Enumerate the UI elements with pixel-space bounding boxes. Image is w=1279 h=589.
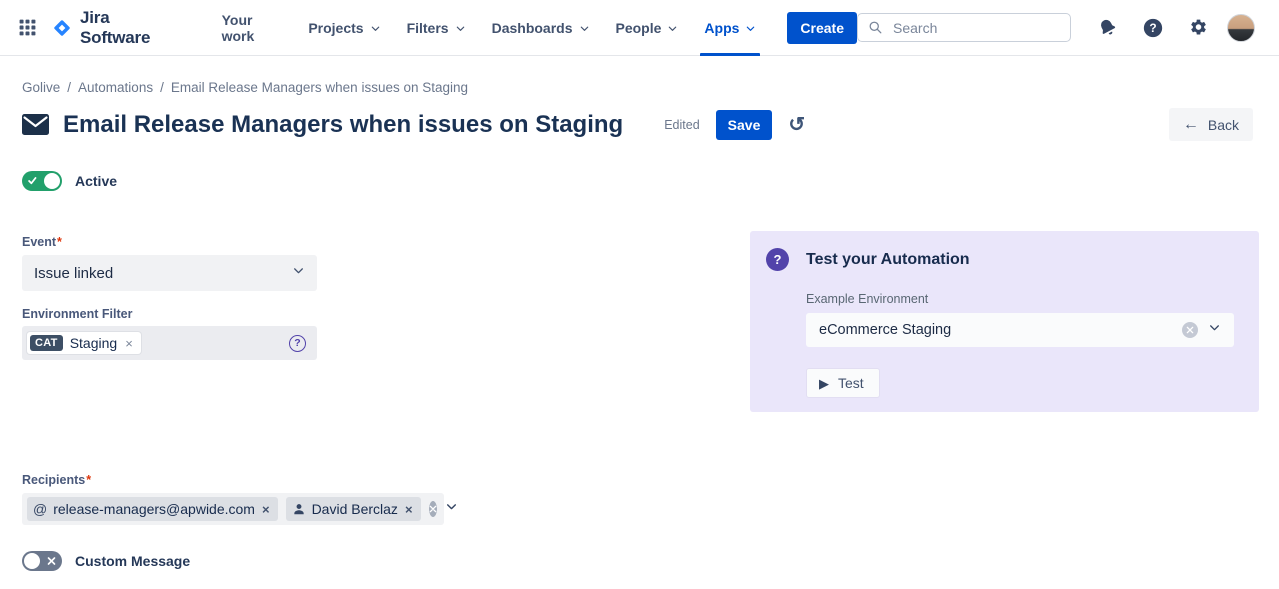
back-arrow-icon: ← <box>1183 117 1199 133</box>
active-toggle[interactable] <box>22 171 62 191</box>
breadcrumb-automations[interactable]: Automations <box>78 80 153 95</box>
breadcrumb-separator: / <box>67 80 71 95</box>
nav-item-dashboards[interactable]: Dashboards <box>479 0 603 56</box>
example-environment-label: Example Environment <box>806 292 1234 306</box>
recipient-email-chip: @ release-managers@apwide.com × <box>27 497 278 521</box>
chevron-down-icon <box>579 21 590 37</box>
recipient-email-label: release-managers@apwide.com <box>53 501 255 517</box>
help-icon[interactable]: ? <box>1136 11 1170 45</box>
breadcrumb-current: Email Release Managers when issues on St… <box>171 80 468 95</box>
clear-all-icon[interactable] <box>429 501 437 517</box>
event-label: Event* <box>22 235 317 249</box>
settings-gear-icon[interactable] <box>1182 11 1215 44</box>
search-input[interactable] <box>891 19 1060 37</box>
play-icon: ▶ <box>819 377 829 390</box>
test-panel-body: Example Environment eCommerce Staging ▶ … <box>806 292 1234 398</box>
back-button[interactable]: ← Back <box>1169 108 1253 141</box>
breadcrumb: Golive / Automations / Email Release Man… <box>22 80 1279 95</box>
environment-filter-label: Environment Filter <box>22 307 317 321</box>
automation-form: Event* Issue linked Environment Filter C… <box>22 235 317 571</box>
required-marker: * <box>57 235 62 249</box>
required-marker: * <box>86 473 91 487</box>
nav-item-projects[interactable]: Projects <box>295 0 393 56</box>
chevron-down-icon <box>455 21 466 37</box>
event-select-value: Issue linked <box>34 265 113 282</box>
test-button[interactable]: ▶ Test <box>806 368 880 398</box>
jira-diamond-icon <box>51 17 73 39</box>
environment-filter-help-icon[interactable]: ? <box>289 335 306 352</box>
custom-message-toggle[interactable] <box>22 551 62 571</box>
user-avatar[interactable] <box>1227 14 1255 42</box>
question-badge-icon: ? <box>766 248 789 271</box>
chevron-down-icon <box>370 21 381 37</box>
remove-chip-icon[interactable]: × <box>404 503 414 516</box>
email-envelope-icon <box>22 114 49 135</box>
nav-right: ? <box>857 11 1255 45</box>
custom-message-row: Custom Message <box>22 551 317 571</box>
recipient-user-label: David Berclaz <box>312 501 398 517</box>
category-badge: CAT <box>30 335 63 351</box>
breadcrumb-golive[interactable]: Golive <box>22 80 60 95</box>
test-automation-panel: ? Test your Automation Example Environme… <box>750 231 1259 412</box>
chevron-down-icon <box>445 500 458 518</box>
breadcrumb-separator: / <box>160 80 164 95</box>
nav-item-people[interactable]: People <box>603 0 692 56</box>
clear-icon[interactable] <box>1182 322 1198 338</box>
environment-filter-field[interactable]: CAT Staging × ? <box>22 326 317 360</box>
brand-name: Jira Software <box>80 8 183 48</box>
chevron-down-icon <box>667 21 678 37</box>
edited-status: Edited <box>664 118 699 132</box>
example-environment-select[interactable]: eCommerce Staging <box>806 313 1234 347</box>
environment-chip-label: Staging <box>70 335 117 351</box>
active-toggle-row: Active <box>22 171 1279 191</box>
environment-chip: CAT Staging × <box>27 332 141 354</box>
svg-text:?: ? <box>1149 21 1156 35</box>
nav-item-your-work[interactable]: Your work <box>209 0 296 56</box>
event-select[interactable]: Issue linked <box>22 255 317 291</box>
nav-item-apps[interactable]: Apps <box>691 0 769 56</box>
recipient-user-chip: David Berclaz × <box>286 497 421 521</box>
recipients-field[interactable]: @ release-managers@apwide.com × David Be… <box>22 493 444 525</box>
main-content: Golive / Automations / Email Release Man… <box>0 80 1279 571</box>
remove-chip-icon[interactable]: × <box>124 337 134 350</box>
chevron-down-icon <box>1208 321 1221 339</box>
cross-icon <box>47 557 56 566</box>
chevron-down-icon <box>745 21 756 37</box>
primary-nav: Your work Projects Filters Dashboards Pe… <box>209 0 770 56</box>
example-environment-value: eCommerce Staging <box>819 322 951 338</box>
test-panel-header: ? Test your Automation <box>766 248 1234 271</box>
remove-chip-icon[interactable]: × <box>261 503 271 516</box>
test-panel-title: Test your Automation <box>806 251 970 269</box>
person-icon <box>292 502 306 516</box>
recipients-label: Recipients* <box>22 473 317 487</box>
app-switcher-icon[interactable] <box>12 12 43 43</box>
top-nav: Jira Software Your work Projects Filters… <box>0 0 1279 56</box>
search-icon <box>868 20 883 35</box>
nav-item-filters[interactable]: Filters <box>394 0 479 56</box>
notifications-bell-icon[interactable] <box>1091 11 1124 44</box>
save-button[interactable]: Save <box>716 110 773 140</box>
check-icon <box>28 177 37 186</box>
page-title: Email Release Managers when issues on St… <box>63 111 623 139</box>
create-button[interactable]: Create <box>787 12 857 44</box>
search-box[interactable] <box>857 13 1071 42</box>
chevron-down-icon <box>292 264 305 282</box>
custom-message-label: Custom Message <box>75 553 190 569</box>
at-sign-icon: @ <box>33 501 47 517</box>
page-header: Email Release Managers when issues on St… <box>22 108 1257 141</box>
undo-icon[interactable]: ↺ <box>784 113 809 137</box>
jira-logo[interactable]: Jira Software <box>51 8 183 48</box>
active-toggle-label: Active <box>75 173 117 189</box>
